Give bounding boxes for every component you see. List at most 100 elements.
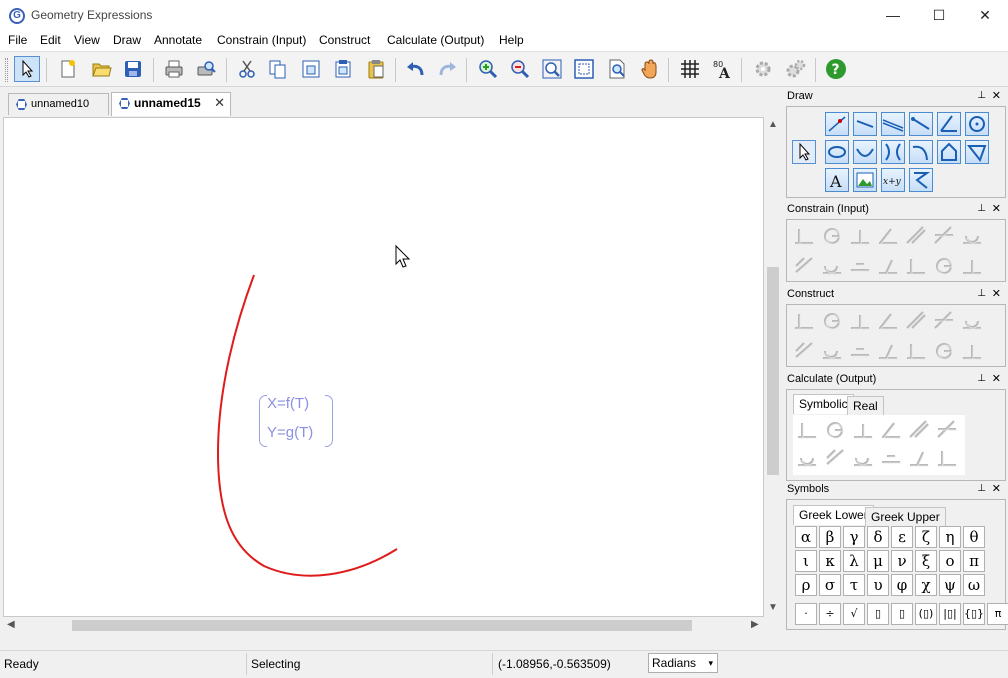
tab-unnamed10[interactable]: unnamed10 xyxy=(8,93,109,115)
menu-draw[interactable]: Draw xyxy=(113,33,141,47)
operator-button[interactable]: · xyxy=(795,603,817,625)
toolbar-grip[interactable] xyxy=(5,58,8,82)
paste-button[interactable] xyxy=(363,56,389,82)
pin-icon[interactable]: ⊥ xyxy=(977,201,986,217)
symbol-button[interactable]: χ xyxy=(915,574,937,596)
pan-button[interactable] xyxy=(637,56,663,82)
close-panel-icon[interactable]: ✕ xyxy=(992,481,1001,497)
draw-conic-tool[interactable] xyxy=(881,140,905,164)
pin-icon[interactable]: ⊥ xyxy=(977,371,986,387)
calculate-tool-12[interactable] xyxy=(935,446,959,470)
symbol-button[interactable]: κ xyxy=(819,550,841,572)
redo-button[interactable] xyxy=(434,56,460,82)
zoom-out-button[interactable] xyxy=(507,56,533,82)
operator-button[interactable]: {▯} xyxy=(963,603,985,625)
menu-help[interactable]: Help xyxy=(499,33,524,47)
construct-tool-9[interactable] xyxy=(820,339,844,363)
operator-button[interactable]: |▯| xyxy=(939,603,961,625)
construct-tool-5[interactable] xyxy=(904,309,928,333)
construct-tool-13[interactable] xyxy=(932,339,956,363)
calculate-tool-7[interactable] xyxy=(795,446,819,470)
draw-arc-tool[interactable] xyxy=(853,140,877,164)
zoom-window-button[interactable] xyxy=(571,56,597,82)
angle-units-select[interactable]: Radians ▾ xyxy=(648,653,718,673)
draw-text-tool[interactable]: A xyxy=(825,168,849,192)
close-panel-icon[interactable]: ✕ xyxy=(992,371,1001,387)
draw-polygon-tool[interactable] xyxy=(937,140,961,164)
draw-circle-tool[interactable] xyxy=(965,112,989,136)
draw-expression-tool[interactable]: x+y xyxy=(881,168,905,192)
close-tab-icon[interactable]: ✕ xyxy=(214,93,225,113)
tab-greek-upper[interactable]: Greek Upper xyxy=(865,507,946,527)
calculate-tool-11[interactable] xyxy=(907,446,931,470)
minimize-button[interactable]: — xyxy=(870,0,916,31)
operator-button[interactable]: π xyxy=(987,603,1008,625)
symbol-button[interactable]: η xyxy=(939,526,961,548)
draw-function-tool[interactable] xyxy=(909,140,933,164)
tab-greek-lower[interactable]: Greek Lower xyxy=(793,505,874,525)
symbol-button[interactable]: β xyxy=(819,526,841,548)
vertical-scrollbar[interactable]: ▲ ▼ xyxy=(764,117,781,617)
constrain-tool-3[interactable] xyxy=(848,224,872,248)
calculate-tool-6[interactable] xyxy=(935,418,959,442)
draw-select-tool[interactable] xyxy=(792,140,816,164)
calculate-tool-9[interactable] xyxy=(851,446,875,470)
constrain-tool-1[interactable] xyxy=(792,224,816,248)
maximize-button[interactable]: ☐ xyxy=(916,0,962,31)
constrain-tool-5[interactable] xyxy=(904,224,928,248)
save-button[interactable] xyxy=(120,56,146,82)
settings-button[interactable] xyxy=(750,56,776,82)
scroll-up-icon[interactable]: ▲ xyxy=(768,119,778,130)
draw-ellipse-tool[interactable] xyxy=(825,140,849,164)
symbol-button[interactable]: φ xyxy=(891,574,913,596)
constrain-tool-13[interactable] xyxy=(932,254,956,278)
menu-annotate[interactable]: Annotate xyxy=(154,33,202,47)
constrain-tool-12[interactable] xyxy=(904,254,928,278)
scroll-down-icon[interactable]: ▼ xyxy=(768,602,778,613)
draw-line-tool[interactable] xyxy=(881,112,905,136)
operator-button[interactable]: ÷ xyxy=(819,603,841,625)
copy-button[interactable] xyxy=(265,56,291,82)
operator-button[interactable]: √ xyxy=(843,603,865,625)
draw-point-tool[interactable] xyxy=(825,112,849,136)
construct-tool-4[interactable] xyxy=(876,309,900,333)
calculate-tool-10[interactable] xyxy=(879,446,903,470)
pin-icon[interactable]: ⊥ xyxy=(977,286,986,302)
print-button[interactable] xyxy=(161,56,187,82)
calculate-tool-2[interactable] xyxy=(823,418,847,442)
constrain-tool-8[interactable] xyxy=(792,254,816,278)
scroll-left-icon[interactable]: ◀ xyxy=(7,619,15,630)
calculate-tool-8[interactable] xyxy=(823,446,847,470)
symbol-button[interactable]: τ xyxy=(843,574,865,596)
menu-edit[interactable]: Edit xyxy=(40,33,61,47)
constrain-tool-14[interactable] xyxy=(960,254,984,278)
grid-toggle-button[interactable] xyxy=(677,56,703,82)
pin-icon[interactable]: ⊥ xyxy=(977,481,986,497)
symbol-button[interactable]: μ xyxy=(867,550,889,572)
draw-angle-tool[interactable] xyxy=(937,112,961,136)
tab-symbolic[interactable]: Symbolic xyxy=(793,394,854,414)
paste-special-button[interactable] xyxy=(330,56,356,82)
symbol-button[interactable]: γ xyxy=(843,526,865,548)
horizontal-scroll-thumb[interactable] xyxy=(72,620,692,631)
symbol-button[interactable]: ζ xyxy=(915,526,937,548)
cut-button[interactable] xyxy=(234,56,260,82)
constrain-tool-10[interactable] xyxy=(848,254,872,278)
menu-view[interactable]: View xyxy=(74,33,100,47)
draw-locus-tool[interactable] xyxy=(909,168,933,192)
close-panel-icon[interactable]: ✕ xyxy=(992,88,1001,104)
vertical-scroll-thumb[interactable] xyxy=(767,267,779,475)
menu-constrain[interactable]: Constrain (Input) xyxy=(217,33,306,47)
new-file-button[interactable] xyxy=(55,56,81,82)
zoom-in-button[interactable] xyxy=(475,56,501,82)
symbol-button[interactable]: ο xyxy=(939,550,961,572)
help-button[interactable]: ? xyxy=(823,56,849,82)
constrain-tool-9[interactable] xyxy=(820,254,844,278)
scroll-right-icon[interactable]: ▶ xyxy=(751,619,759,630)
construct-tool-6[interactable] xyxy=(932,309,956,333)
pin-icon[interactable]: ⊥ xyxy=(977,88,986,104)
draw-segment-tool[interactable] xyxy=(853,112,877,136)
open-button[interactable] xyxy=(88,56,114,82)
construct-tool-10[interactable] xyxy=(848,339,872,363)
tab-real[interactable]: Real xyxy=(847,396,884,416)
